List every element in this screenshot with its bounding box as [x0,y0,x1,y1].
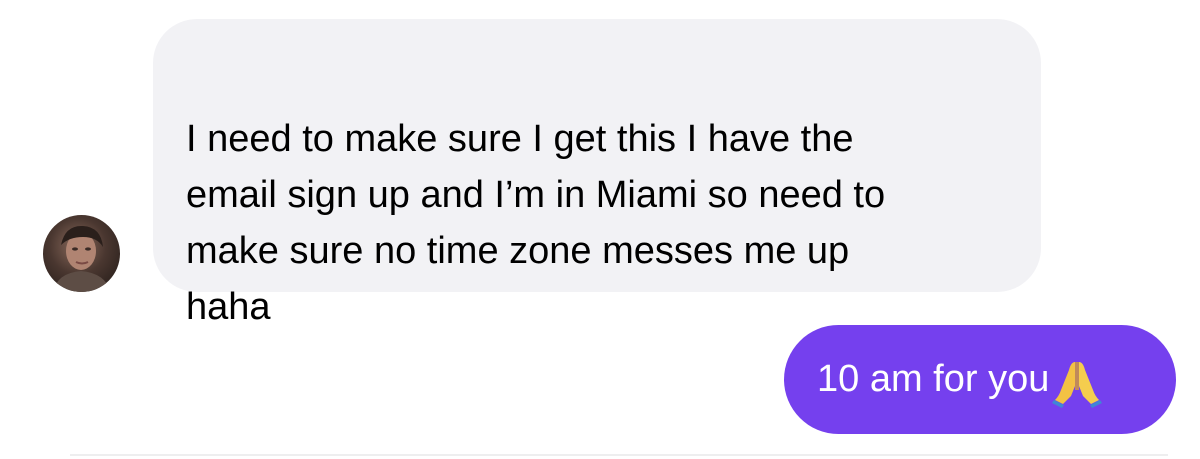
contact-avatar[interactable] [43,215,120,292]
outgoing-message-bubble[interactable]: 10 am for you [784,325,1176,434]
outgoing-message-text: 10 am for you [817,358,1050,400]
incoming-message-text: I need to make sure I get this I have th… [186,118,886,328]
avatar-photo [53,225,111,292]
conversation-divider [70,454,1168,456]
folded-hands-icon [1051,356,1103,408]
incoming-message-bubble[interactable]: I need to make sure I get this I have th… [153,19,1041,328]
